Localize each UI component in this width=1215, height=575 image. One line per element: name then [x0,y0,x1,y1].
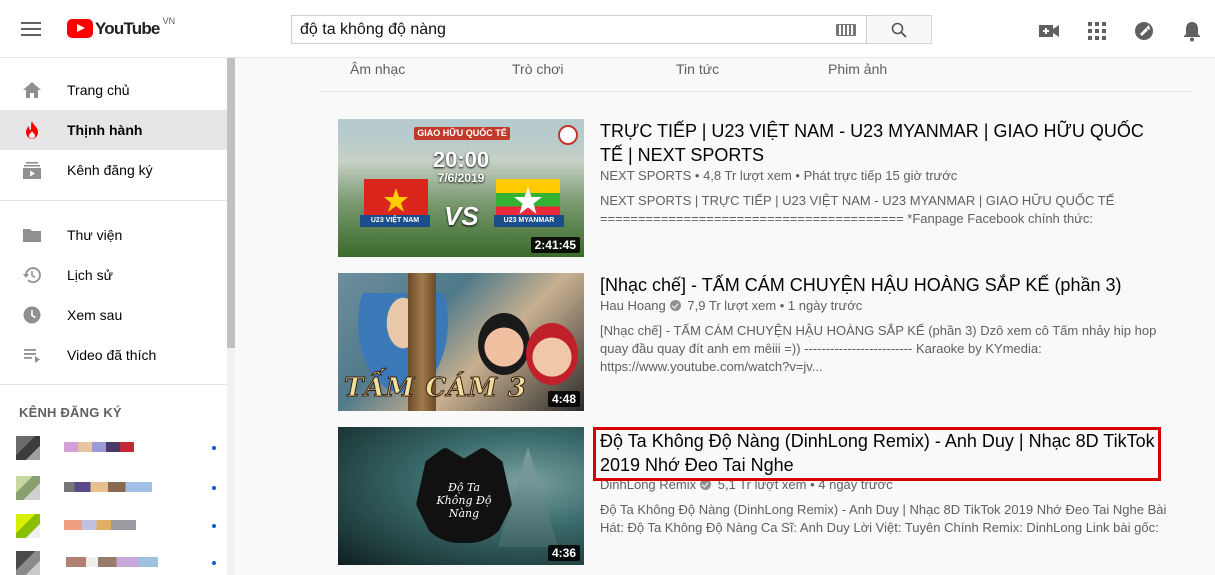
view-count-and-time: • 4,8 Tr lượt xem • Phát trực tiếp 15 gi… [694,168,958,183]
subscription-channel[interactable] [16,476,216,500]
search-icon [891,22,907,38]
sidebar: Trang chủ Thịnh hành Kênh đăng ký Thư vi… [0,58,235,575]
channel-avatar [16,514,40,538]
sidebar-item-label: Video đã thích [67,347,157,363]
video-thumbnail[interactable]: GIAO HỮU QUỐC TẾ 20:00 7/6/2019 VS U23 V… [338,119,584,257]
channel-avatar [16,476,40,500]
verified-icon [669,300,681,311]
home-icon [23,82,41,98]
view-count-and-time: 7,9 Tr lượt xem • 1 ngày trước [687,298,863,313]
youtube-play-icon [67,19,93,38]
apps-icon[interactable] [1086,20,1108,42]
notifications-icon[interactable] [1181,20,1203,42]
channel-avatar [16,436,40,460]
category-tabs: Âm nhạc Trò chơi Tin tức Phim ảnh [320,58,1193,92]
vs-text: VS [444,201,479,231]
search-button[interactable] [867,15,932,44]
sidebar-item-trending[interactable]: Thịnh hành [0,110,227,150]
video-duration: 4:48 [547,391,580,407]
sidebar-item-label: Trang chủ [67,82,130,98]
sidebar-item-label: Thịnh hành [67,122,143,138]
sidebar-item-label: Lịch sử [67,267,113,283]
sidebar-item-home[interactable]: Trang chủ [0,70,227,110]
sidebar-scrollbar-thumb[interactable] [227,58,235,348]
face-1 [478,313,530,375]
highlight-box [593,427,1161,481]
subscriptions-section-title: KÊNH ĐĂNG KÝ [19,405,122,420]
video-meta: Hau Hoang 7,9 Tr lượt xem • 1 ngày trước [600,298,862,313]
video-duration: 4:36 [547,545,580,561]
sidebar-item-watch-later[interactable]: Xem sau [0,295,227,335]
channel-avatar [16,551,40,575]
sidebar-item-label: Kênh đăng ký [67,162,153,178]
masthead: YouTube VN [0,0,1215,58]
video-thumbnail[interactable]: Độ Ta Không Độ Nàng 4:36 [338,427,584,565]
video-title[interactable]: [Nhạc chế] - TẤM CÁM CHUYỆN HẬU HOÀNG SẮ… [600,273,1170,297]
liked-videos-icon [24,349,40,363]
channel-name-blurred [64,520,136,530]
video-duration: 2:41:45 [530,237,580,253]
youtube-logo[interactable]: YouTube VN [67,16,176,39]
thumbnail-caption: TẤM CÁM 3 [343,373,528,404]
team2-label: U23 MYANMAR [494,215,564,227]
create-video-icon[interactable] [1038,20,1060,42]
tab-news[interactable]: Tin tức [676,61,719,77]
country-code: VN [162,16,176,26]
video-description: NEXT SPORTS | TRỰC TIẾP | U23 VIỆT NAM -… [600,193,1115,226]
keyboard-icon[interactable] [836,23,856,36]
video-meta: NEXT SPORTS • 4,8 Tr lượt xem • Phát trự… [600,168,957,183]
channel-name[interactable]: NEXT SPORTS [600,168,691,183]
menu-icon[interactable] [21,22,41,36]
search-box [291,15,867,44]
sidebar-item-liked-videos[interactable]: Video đã thích [0,335,227,375]
sidebar-divider [0,384,227,385]
new-content-dot [212,561,216,565]
sidebar-item-label: Xem sau [67,307,123,323]
search-input[interactable] [292,20,836,39]
new-content-dot [212,446,216,450]
subscription-channel[interactable] [16,436,216,460]
sidebar-divider [0,200,227,201]
video-title[interactable]: TRỰC TIẾP | U23 VIỆT NAM - U23 MYANMAR |… [600,119,1170,167]
tab-movies[interactable]: Phim ảnh [828,61,887,77]
tab-gaming[interactable]: Trò chơi [512,61,563,77]
match-banner: GIAO HỮU QUỐC TẾ [414,127,510,140]
channel-name-blurred [64,482,152,492]
video-thumbnail[interactable]: TẤM CÁM 3 4:48 [338,273,584,411]
logo-script: Độ Ta Không Độ Nàng [436,481,492,520]
tab-music[interactable]: Âm nhạc [350,61,405,77]
trending-icon [26,121,38,139]
subscription-channel[interactable] [16,514,216,538]
match-time: 20:00 [432,147,490,172]
video-description: Độ Ta Không Độ Nàng (DinhLong Remix) - A… [600,502,1167,535]
sidebar-item-history[interactable]: Lịch sử [0,255,227,295]
sidebar-item-library[interactable]: Thư viện [0,215,227,255]
history-icon [23,267,41,283]
library-icon [23,229,41,242]
team1-label: U23 VIỆT NAM [360,215,430,227]
subscriptions-icon [23,162,41,179]
messages-icon[interactable] [1133,20,1155,42]
channel-name-blurred [66,557,158,567]
logo-text: YouTube [95,19,160,38]
video-description: [Nhạc chế] - TẤM CÁM CHUYỆN HẬU HOÀNG SẮ… [600,323,1157,374]
sidebar-item-subscriptions[interactable]: Kênh đăng ký [0,150,227,190]
new-content-dot [212,486,216,490]
vff-logo [558,125,578,145]
face-2 [526,323,578,385]
new-content-dot [212,524,216,528]
subscription-channel[interactable] [16,551,216,575]
channel-name-blurred [64,442,134,452]
channel-name[interactable]: Hau Hoang [600,298,666,313]
sidebar-scrollbar[interactable] [227,58,235,575]
sidebar-item-label: Thư viện [67,227,123,243]
watch-later-icon [23,306,41,324]
